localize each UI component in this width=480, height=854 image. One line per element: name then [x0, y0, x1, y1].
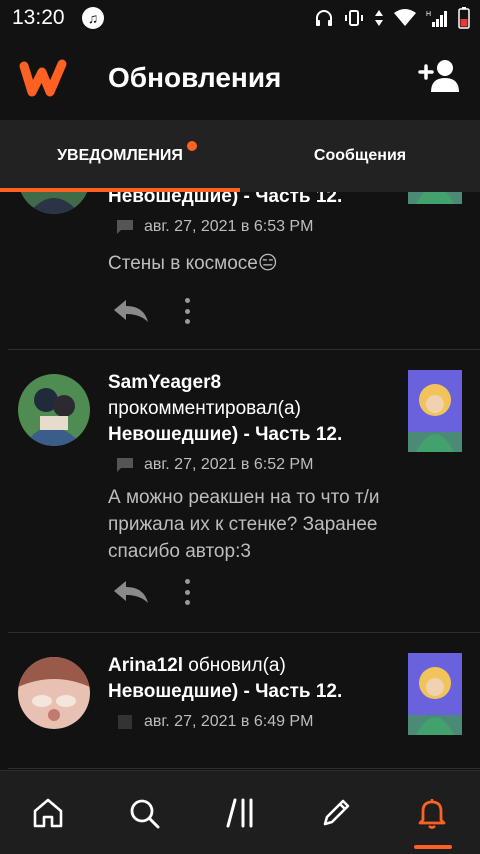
bottom-navigation — [0, 770, 480, 854]
reply-icon[interactable] — [112, 579, 150, 605]
story-cover[interactable] — [408, 653, 462, 735]
update-icon — [118, 715, 132, 729]
story-cover[interactable] — [408, 192, 462, 204]
nav-active-indicator — [414, 845, 452, 849]
status-time: 13:20 — [12, 6, 65, 29]
page-title: Обновления — [108, 62, 282, 93]
timestamp-row: авг. 27, 2021 в 6:52 PM — [116, 456, 313, 474]
wifi-icon — [394, 9, 416, 26]
headphones-icon — [316, 10, 332, 26]
pencil-icon — [323, 799, 350, 826]
status-icons: H — [314, 6, 470, 30]
more-options-icon[interactable] — [182, 298, 192, 324]
search-icon — [130, 799, 160, 829]
tab-label: Сообщения — [313, 147, 407, 164]
nav-notifications[interactable] — [412, 793, 452, 833]
nav-home[interactable] — [28, 793, 68, 833]
story-cover[interactable] — [408, 370, 462, 452]
home-icon — [33, 798, 63, 828]
action-text: прокомментировал(а) — [108, 398, 301, 419]
timestamp-row: авг. 27, 2021 в 6:53 PM — [116, 218, 313, 236]
notification-item[interactable]: Arina12l обновил(а) Невошедшие) - Часть … — [0, 633, 480, 770]
notification-headline: SamYeager8 — [108, 372, 221, 394]
comment-text: Стены в космосе😑 — [108, 253, 278, 274]
tab-notifications[interactable]: УВЕДОМЛЕНИЯ — [0, 120, 240, 192]
timestamp-row: авг. 27, 2021 в 6:49 PM — [116, 713, 313, 731]
reply-icon[interactable] — [112, 298, 150, 324]
notification-feed[interactable]: Невошедшие) - Часть 12. авг. 27, 2021 в … — [0, 192, 480, 770]
username[interactable]: Arina12l — [108, 655, 183, 676]
avatar[interactable] — [18, 657, 90, 729]
timestamp: авг. 27, 2021 в 6:53 PM — [144, 218, 314, 235]
bell-icon — [418, 799, 446, 829]
app-header: Обновления — [0, 36, 480, 120]
tab-bar: УВЕДОМЛЕНИЯ Сообщения — [0, 120, 480, 192]
username[interactable]: SamYeager8 — [108, 372, 221, 393]
wattpad-logo-icon[interactable] — [18, 58, 68, 98]
battery-icon — [458, 7, 470, 29]
more-options-icon[interactable] — [182, 579, 192, 605]
music-notification-icon: ♫ — [82, 7, 104, 29]
notification-item[interactable]: Невошедшие) - Часть 12. авг. 27, 2021 в … — [0, 192, 480, 350]
notification-headline: Arina12l обновил(а) — [108, 655, 286, 677]
nav-search[interactable] — [124, 793, 164, 833]
comment-icon — [117, 220, 133, 234]
avatar[interactable] — [18, 192, 90, 214]
status-bar: 13:20 ♫ H — [0, 0, 480, 36]
story-title[interactable]: Невошедшие) - Часть 12. — [108, 424, 342, 446]
story-title[interactable]: Невошедшие) - Часть 12. — [108, 192, 342, 208]
timestamp: авг. 27, 2021 в 6:52 PM — [144, 456, 314, 473]
action-text: обновил(а) — [188, 655, 286, 676]
nav-write[interactable] — [316, 793, 356, 833]
tab-messages[interactable]: Сообщения — [240, 120, 480, 192]
vibrate-icon — [345, 10, 363, 26]
add-friend-icon[interactable] — [418, 58, 462, 94]
data-arrows-icon — [375, 10, 383, 26]
svg-text:H: H — [426, 11, 431, 18]
story-title[interactable]: Невошедшие) - Часть 12. — [108, 681, 342, 703]
signal-icon: H — [426, 11, 447, 27]
unread-badge — [187, 141, 197, 151]
nav-library[interactable] — [220, 793, 260, 833]
notification-item[interactable]: SamYeager8 прокомментировал(а) Невошедши… — [0, 350, 480, 633]
comment-text: А можно реакшен на то что т/и прижала их… — [108, 487, 380, 562]
comment-icon — [117, 458, 133, 472]
timestamp: авг. 27, 2021 в 6:49 PM — [144, 713, 314, 730]
avatar[interactable] — [18, 374, 90, 446]
tab-label: УВЕДОМЛЕНИЯ — [57, 147, 183, 164]
divider — [8, 768, 480, 769]
library-icon — [226, 798, 253, 828]
